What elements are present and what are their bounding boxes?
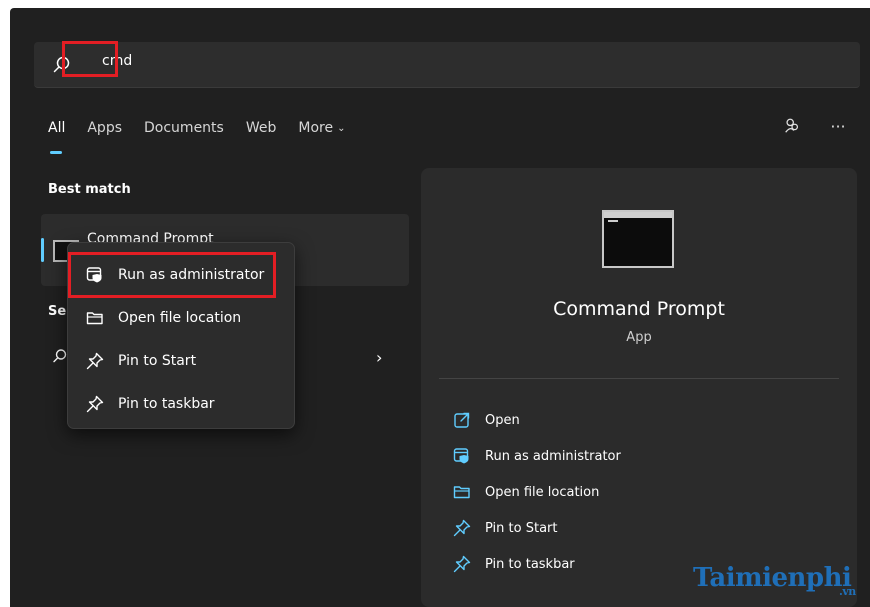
preview-actions: Open Run as administrator Open file loca…: [453, 402, 621, 582]
pin-icon: [453, 555, 471, 573]
open-external-icon: [454, 412, 470, 428]
settings-heading: Se: [48, 304, 67, 319]
action-pin-to-start[interactable]: Pin to Start: [453, 510, 621, 546]
tab-documents[interactable]: Documents: [144, 116, 224, 146]
action-run-as-admin-label: Run as administrator: [485, 448, 621, 464]
ctx-open-file-location[interactable]: Open file location: [68, 296, 294, 339]
preview-divider: [439, 378, 839, 379]
icon-prompt-mark: [608, 220, 618, 222]
action-pin-to-taskbar[interactable]: Pin to taskbar: [453, 546, 621, 582]
pin-icon: [453, 519, 471, 537]
best-match-heading: Best match: [48, 182, 131, 197]
tab-all[interactable]: All: [48, 116, 66, 154]
tab-all-label: All: [48, 120, 66, 136]
top-right-icons: ···: [782, 116, 848, 136]
web-search-icon: [53, 349, 67, 363]
action-open-file-location-label: Open file location: [485, 484, 600, 500]
tab-apps-label: Apps: [87, 120, 123, 136]
tab-documents-label: Documents: [144, 120, 224, 136]
watermark-text: Taimienphi: [693, 563, 852, 593]
action-run-as-admin[interactable]: Run as administrator: [453, 438, 621, 474]
action-pin-to-start-label: Pin to Start: [485, 520, 558, 536]
preview-subtitle: App: [626, 330, 652, 345]
tab-more-label: More: [298, 120, 334, 136]
watermark-suffix: .vn: [839, 585, 856, 598]
pin-icon: [86, 395, 104, 412]
ctx-pin-to-taskbar[interactable]: Pin to taskbar: [68, 382, 294, 425]
pin-icon: [86, 352, 104, 369]
chevron-down-icon: ⌄: [337, 123, 346, 134]
tab-web-label: Web: [245, 120, 277, 136]
more-options-icon[interactable]: ···: [828, 116, 848, 136]
ctx-pin-to-start[interactable]: Pin to Start: [68, 339, 294, 382]
share-icon[interactable]: [782, 116, 802, 136]
command-prompt-large-icon: [602, 210, 674, 268]
preview-title: Command Prompt: [553, 298, 725, 320]
search-box[interactable]: cmd: [34, 42, 860, 88]
tab-apps[interactable]: Apps: [87, 116, 122, 146]
action-open-file-location[interactable]: Open file location: [453, 474, 621, 510]
folder-icon: [86, 311, 103, 324]
search-highlight-box: [62, 41, 118, 77]
ctx-open-file-location-label: Open file location: [118, 309, 242, 326]
filter-tabs: All Apps Documents Web More ⌄: [48, 116, 367, 154]
start-search-window: cmd All Apps Documents Web More ⌄ ··· Bes…: [10, 8, 870, 607]
action-open[interactable]: Open: [453, 402, 621, 438]
ctx-pin-to-taskbar-label: Pin to taskbar: [118, 395, 215, 412]
action-pin-to-taskbar-label: Pin to taskbar: [485, 556, 575, 572]
preview-pane: Command Prompt App Open Run as administr…: [421, 168, 857, 607]
icon-titlebar: [604, 212, 672, 218]
run-as-admin-highlight-box: [68, 252, 276, 298]
action-open-label: Open: [485, 412, 520, 428]
folder-icon: [453, 486, 470, 499]
ctx-pin-to-start-label: Pin to Start: [118, 352, 197, 369]
chevron-right-icon[interactable]: ›: [376, 348, 382, 367]
shield-window-icon: [453, 448, 469, 464]
tab-web[interactable]: Web: [246, 116, 277, 146]
selection-accent: [41, 238, 44, 262]
tab-more[interactable]: More ⌄: [298, 116, 345, 146]
watermark-logo: Taimienphi .vn: [693, 563, 856, 598]
